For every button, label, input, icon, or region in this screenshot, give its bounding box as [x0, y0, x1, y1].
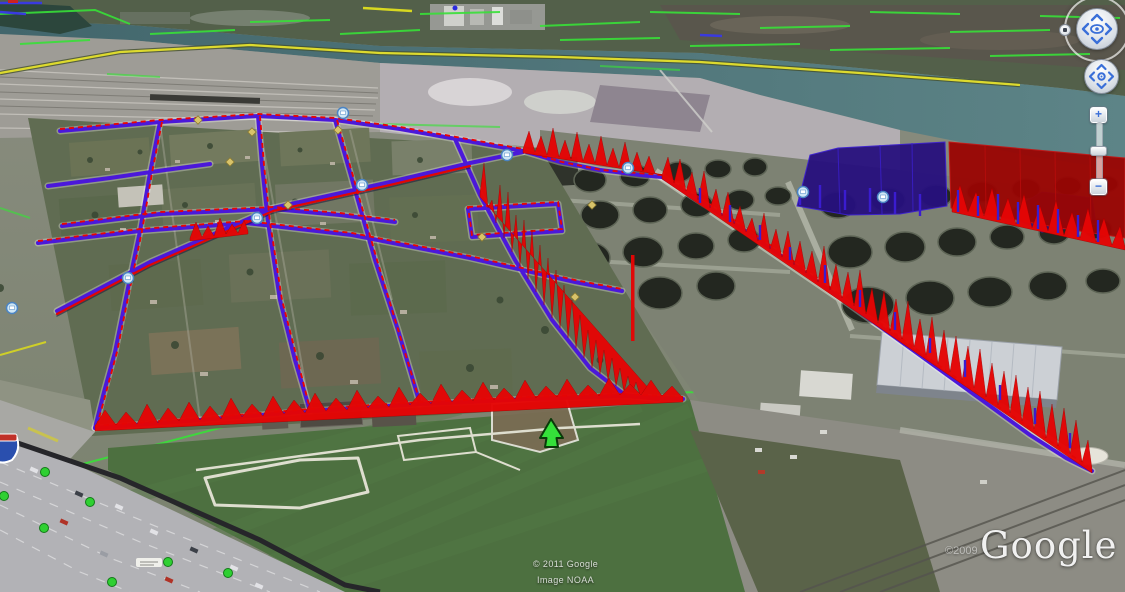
eye-rotate-icon — [1077, 9, 1117, 49]
imagery-copyright: ©2009 — [945, 545, 978, 557]
zoom-in-button[interactable]: + — [1090, 107, 1107, 123]
photo-marker[interactable] — [357, 180, 368, 191]
tall-red-spike — [631, 255, 635, 341]
road-label — [136, 558, 162, 567]
zoom-slider-handle[interactable] — [1090, 146, 1107, 156]
green-traffic-dot — [0, 492, 9, 501]
photo-marker[interactable] — [502, 150, 513, 161]
google-logo: Google — [980, 524, 1118, 567]
green-traffic-dot — [41, 468, 50, 477]
photo-marker[interactable] — [878, 192, 889, 203]
photo-marker[interactable] — [252, 213, 263, 224]
green-traffic-dot — [86, 498, 95, 507]
pan-arrows-icon — [1085, 60, 1118, 93]
green-traffic-dot — [164, 558, 173, 567]
map-copyright: © 2011 Google — [533, 559, 598, 569]
photo-marker[interactable] — [7, 303, 18, 314]
green-traffic-dot — [40, 524, 49, 533]
photo-marker[interactable] — [623, 163, 634, 174]
north-indicator-icon[interactable] — [1059, 24, 1071, 36]
photo-marker[interactable] — [338, 108, 349, 119]
look-joystick[interactable] — [1076, 8, 1118, 50]
green-traffic-dot — [108, 578, 117, 587]
google-earth-viewport[interactable]: + − ©2009 Google © 2011 Google Image NOA… — [0, 0, 1125, 592]
photo-marker[interactable] — [123, 273, 134, 284]
photo-marker[interactable] — [798, 187, 809, 198]
imagery-source: Image NOAA — [537, 575, 594, 585]
earth-scene[interactable] — [0, 0, 1125, 592]
zoom-out-button[interactable]: − — [1090, 179, 1107, 195]
move-joystick[interactable] — [1084, 59, 1119, 94]
green-traffic-dot — [224, 569, 233, 578]
